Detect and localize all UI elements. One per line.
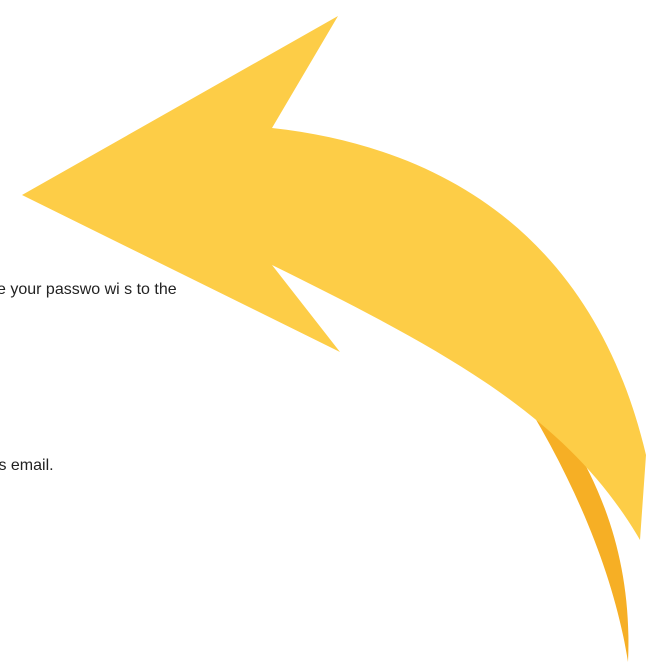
email-body-text-line: his email.: [0, 457, 54, 474]
curved-back-arrow-icon: [22, 16, 646, 662]
arrow-shaft-back: [482, 336, 629, 662]
arrow-main-body: [22, 16, 646, 540]
email-body-text-line: e your passwo wi s to the: [0, 281, 177, 298]
